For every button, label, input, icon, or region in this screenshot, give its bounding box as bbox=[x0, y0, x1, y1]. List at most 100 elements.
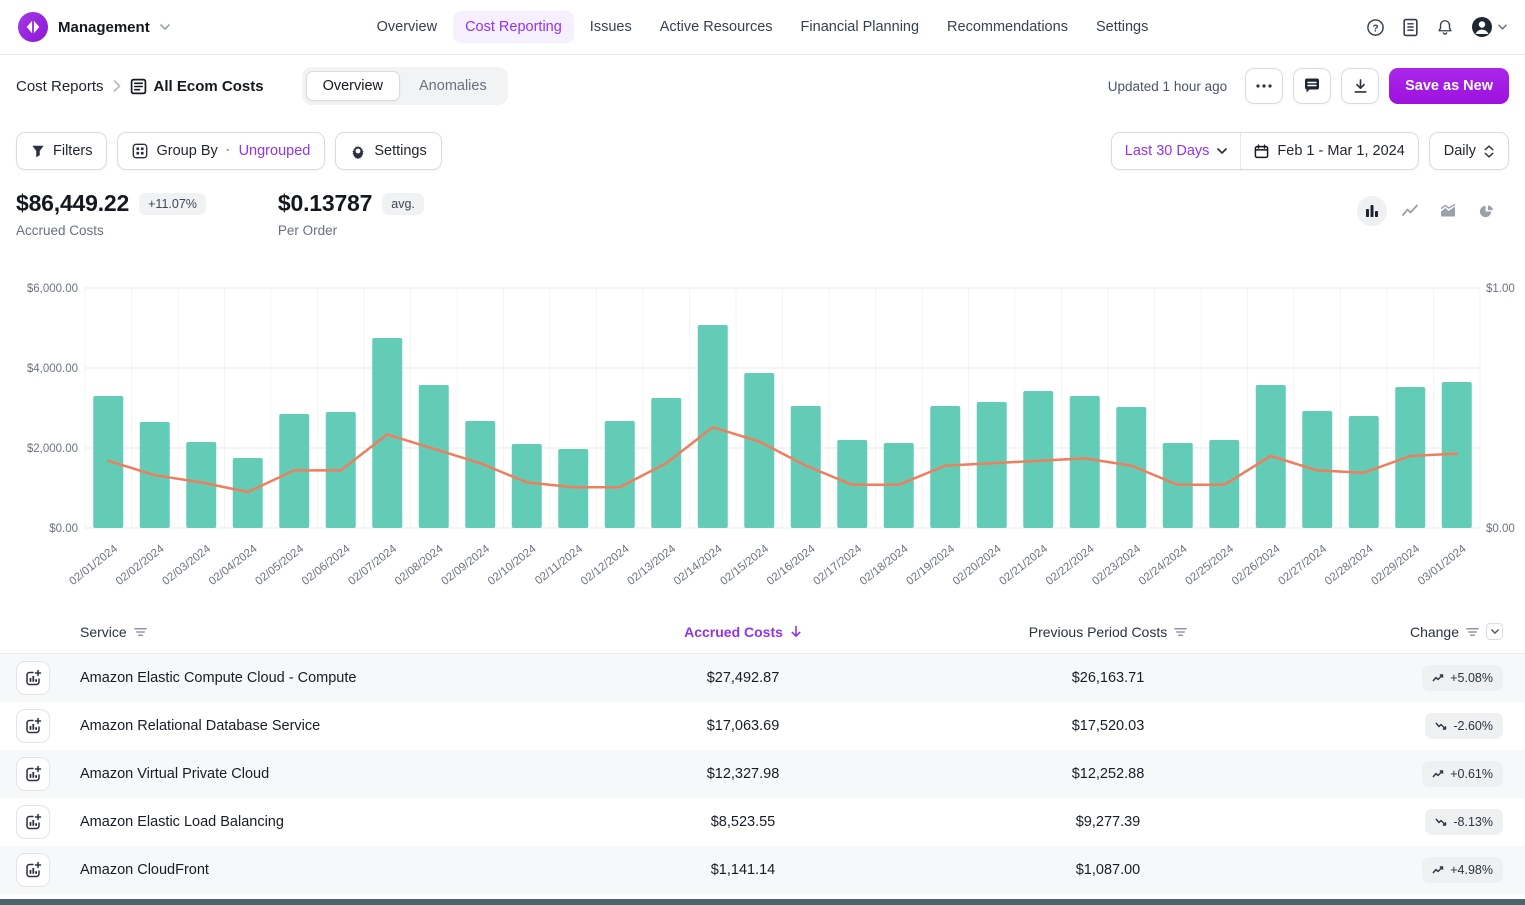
chart-bar[interactable] bbox=[1395, 387, 1425, 528]
nav-item-cost-reporting[interactable]: Cost Reporting bbox=[453, 11, 574, 43]
download-button[interactable] bbox=[1341, 68, 1379, 104]
help-icon[interactable]: ? bbox=[1366, 18, 1385, 37]
group-by-value: Ungrouped bbox=[239, 143, 311, 159]
accrued-cost-value: $8,523.55 bbox=[560, 814, 926, 830]
chart-bar[interactable] bbox=[930, 406, 960, 528]
settings-button[interactable]: Settings bbox=[335, 132, 441, 170]
save-as-new-button[interactable]: Save as New bbox=[1389, 68, 1509, 104]
download-icon bbox=[1352, 78, 1369, 95]
sort-desc-arrow-icon bbox=[790, 625, 802, 638]
more-options-button[interactable] bbox=[1245, 68, 1283, 104]
column-header-service[interactable]: Service bbox=[80, 624, 560, 640]
chevron-down-icon bbox=[1498, 24, 1507, 30]
comments-button[interactable] bbox=[1293, 68, 1331, 104]
chart-bar[interactable] bbox=[465, 421, 495, 528]
accrued-costs-label: Accrued Costs bbox=[16, 223, 206, 238]
x-axis-date-label: 02/29/2024 bbox=[1369, 543, 1422, 588]
x-axis-date-label: 02/12/2024 bbox=[579, 543, 632, 588]
table-row: Amazon Elastic Compute Cloud - Compute $2… bbox=[0, 654, 1525, 702]
report-icon bbox=[130, 78, 147, 95]
chart-bar[interactable] bbox=[512, 444, 542, 528]
bar-chart-type-button[interactable] bbox=[1357, 196, 1387, 226]
add-to-chart-button[interactable] bbox=[16, 661, 50, 695]
filters-button[interactable]: Filters bbox=[16, 132, 107, 170]
date-preset-dropdown[interactable]: Last 30 Days bbox=[1112, 133, 1241, 169]
date-range-picker[interactable]: Feb 1 - Mar 1, 2024 bbox=[1240, 133, 1417, 169]
filter-funnel-icon bbox=[31, 144, 45, 158]
service-name[interactable]: Amazon Virtual Private Cloud bbox=[80, 766, 560, 782]
granularity-select[interactable]: Daily bbox=[1429, 132, 1509, 170]
comment-icon bbox=[1303, 77, 1321, 95]
column-header-previous-period[interactable]: Previous Period Costs bbox=[926, 624, 1290, 640]
x-axis-date-label: 02/18/2024 bbox=[858, 543, 911, 588]
accrued-change-badge: +11.07% bbox=[139, 193, 206, 215]
breadcrumb-cost-reports[interactable]: Cost Reports bbox=[16, 78, 104, 95]
x-axis-date-label: 02/23/2024 bbox=[1090, 543, 1143, 588]
chart-bar[interactable] bbox=[558, 449, 588, 528]
line-chart-type-button[interactable] bbox=[1395, 196, 1425, 226]
nav-item-recommendations[interactable]: Recommendations bbox=[935, 11, 1080, 43]
previous-period-value: $26,163.71 bbox=[926, 670, 1290, 686]
change-badge: +0.61% bbox=[1422, 761, 1503, 787]
service-name[interactable]: Amazon Elastic Compute Cloud - Compute bbox=[80, 670, 560, 686]
nav-item-active-resources[interactable]: Active Resources bbox=[648, 11, 785, 43]
chart-bar[interactable] bbox=[1070, 396, 1100, 528]
chart-bar[interactable] bbox=[419, 385, 449, 528]
add-to-chart-icon bbox=[24, 717, 42, 735]
x-axis-date-label: 03/01/2024 bbox=[1416, 543, 1469, 588]
account-menu[interactable] bbox=[1471, 16, 1507, 38]
nav-item-issues[interactable]: Issues bbox=[578, 11, 644, 43]
group-by-button[interactable]: Group By · Ungrouped bbox=[117, 132, 325, 170]
chart-bar[interactable] bbox=[977, 402, 1007, 528]
column-header-accrued-costs[interactable]: Accrued Costs bbox=[560, 624, 926, 640]
cost-chart: $6,000.00$4,000.00$2,000.00$0.00$1.00$0.… bbox=[0, 272, 1525, 604]
add-to-chart-button[interactable] bbox=[16, 853, 50, 887]
x-axis-date-label: 02/19/2024 bbox=[904, 543, 957, 588]
pie-chart-type-button[interactable] bbox=[1471, 196, 1501, 226]
area-chart-type-button[interactable] bbox=[1433, 196, 1463, 226]
report-actions: Updated 1 hour ago Save as New bbox=[1108, 68, 1509, 104]
x-axis-date-label: 02/08/2024 bbox=[393, 543, 446, 588]
tab-anomalies[interactable]: Anomalies bbox=[402, 71, 504, 101]
x-axis-date-label: 02/07/2024 bbox=[346, 543, 399, 588]
table-row: Amazon Relational Database Service$17,06… bbox=[0, 702, 1525, 750]
change-options-dropdown[interactable] bbox=[1486, 623, 1503, 640]
chevron-down-icon bbox=[1217, 148, 1227, 154]
add-to-chart-button[interactable] bbox=[16, 709, 50, 743]
x-axis-date-label: 02/01/2024 bbox=[67, 543, 120, 588]
chart-bar[interactable] bbox=[744, 373, 774, 528]
nav-item-overview[interactable]: Overview bbox=[365, 11, 449, 43]
change-badge: -8.13% bbox=[1425, 809, 1503, 835]
notifications-bell-icon[interactable] bbox=[1436, 18, 1454, 37]
workspace-switcher[interactable]: Management bbox=[18, 12, 170, 42]
service-name[interactable]: Amazon CloudFront bbox=[80, 862, 560, 878]
chart-bar[interactable] bbox=[372, 338, 402, 528]
add-to-chart-button[interactable] bbox=[16, 757, 50, 791]
per-order-value: $0.13787 bbox=[278, 190, 372, 217]
chart-bar[interactable] bbox=[1116, 407, 1146, 528]
x-axis-date-label: 02/06/2024 bbox=[300, 543, 353, 588]
table-body: Amazon Elastic Compute Cloud - Compute $2… bbox=[0, 654, 1525, 894]
filter-lines-icon bbox=[1466, 627, 1479, 637]
service-name[interactable]: Amazon Elastic Load Balancing bbox=[80, 814, 560, 830]
chevron-down-icon bbox=[160, 24, 170, 30]
report-name: All Ecom Costs bbox=[154, 78, 264, 95]
nav-item-financial-planning[interactable]: Financial Planning bbox=[789, 11, 932, 43]
updated-timestamp: Updated 1 hour ago bbox=[1108, 79, 1227, 94]
chart-bar[interactable] bbox=[605, 421, 635, 528]
add-to-chart-button[interactable] bbox=[16, 805, 50, 839]
changelog-icon[interactable] bbox=[1402, 18, 1419, 37]
previous-period-value: $9,277.39 bbox=[926, 814, 1290, 830]
column-header-change[interactable]: Change bbox=[1290, 623, 1525, 640]
x-axis-date-label: 02/28/2024 bbox=[1323, 543, 1376, 588]
service-name[interactable]: Amazon Relational Database Service bbox=[80, 718, 560, 734]
chart-bar[interactable] bbox=[791, 406, 821, 528]
nav-item-settings[interactable]: Settings bbox=[1084, 11, 1160, 43]
right-axis-tick: $1.00 bbox=[1486, 283, 1515, 295]
filter-lines-icon bbox=[1174, 627, 1187, 637]
tab-overview[interactable]: Overview bbox=[306, 71, 400, 101]
workspace-name: Management bbox=[58, 19, 150, 36]
per-order-stat: $0.13787 avg. Per Order bbox=[278, 190, 424, 238]
x-axis-date-label: 02/21/2024 bbox=[997, 543, 1050, 588]
add-to-chart-icon bbox=[24, 669, 42, 687]
